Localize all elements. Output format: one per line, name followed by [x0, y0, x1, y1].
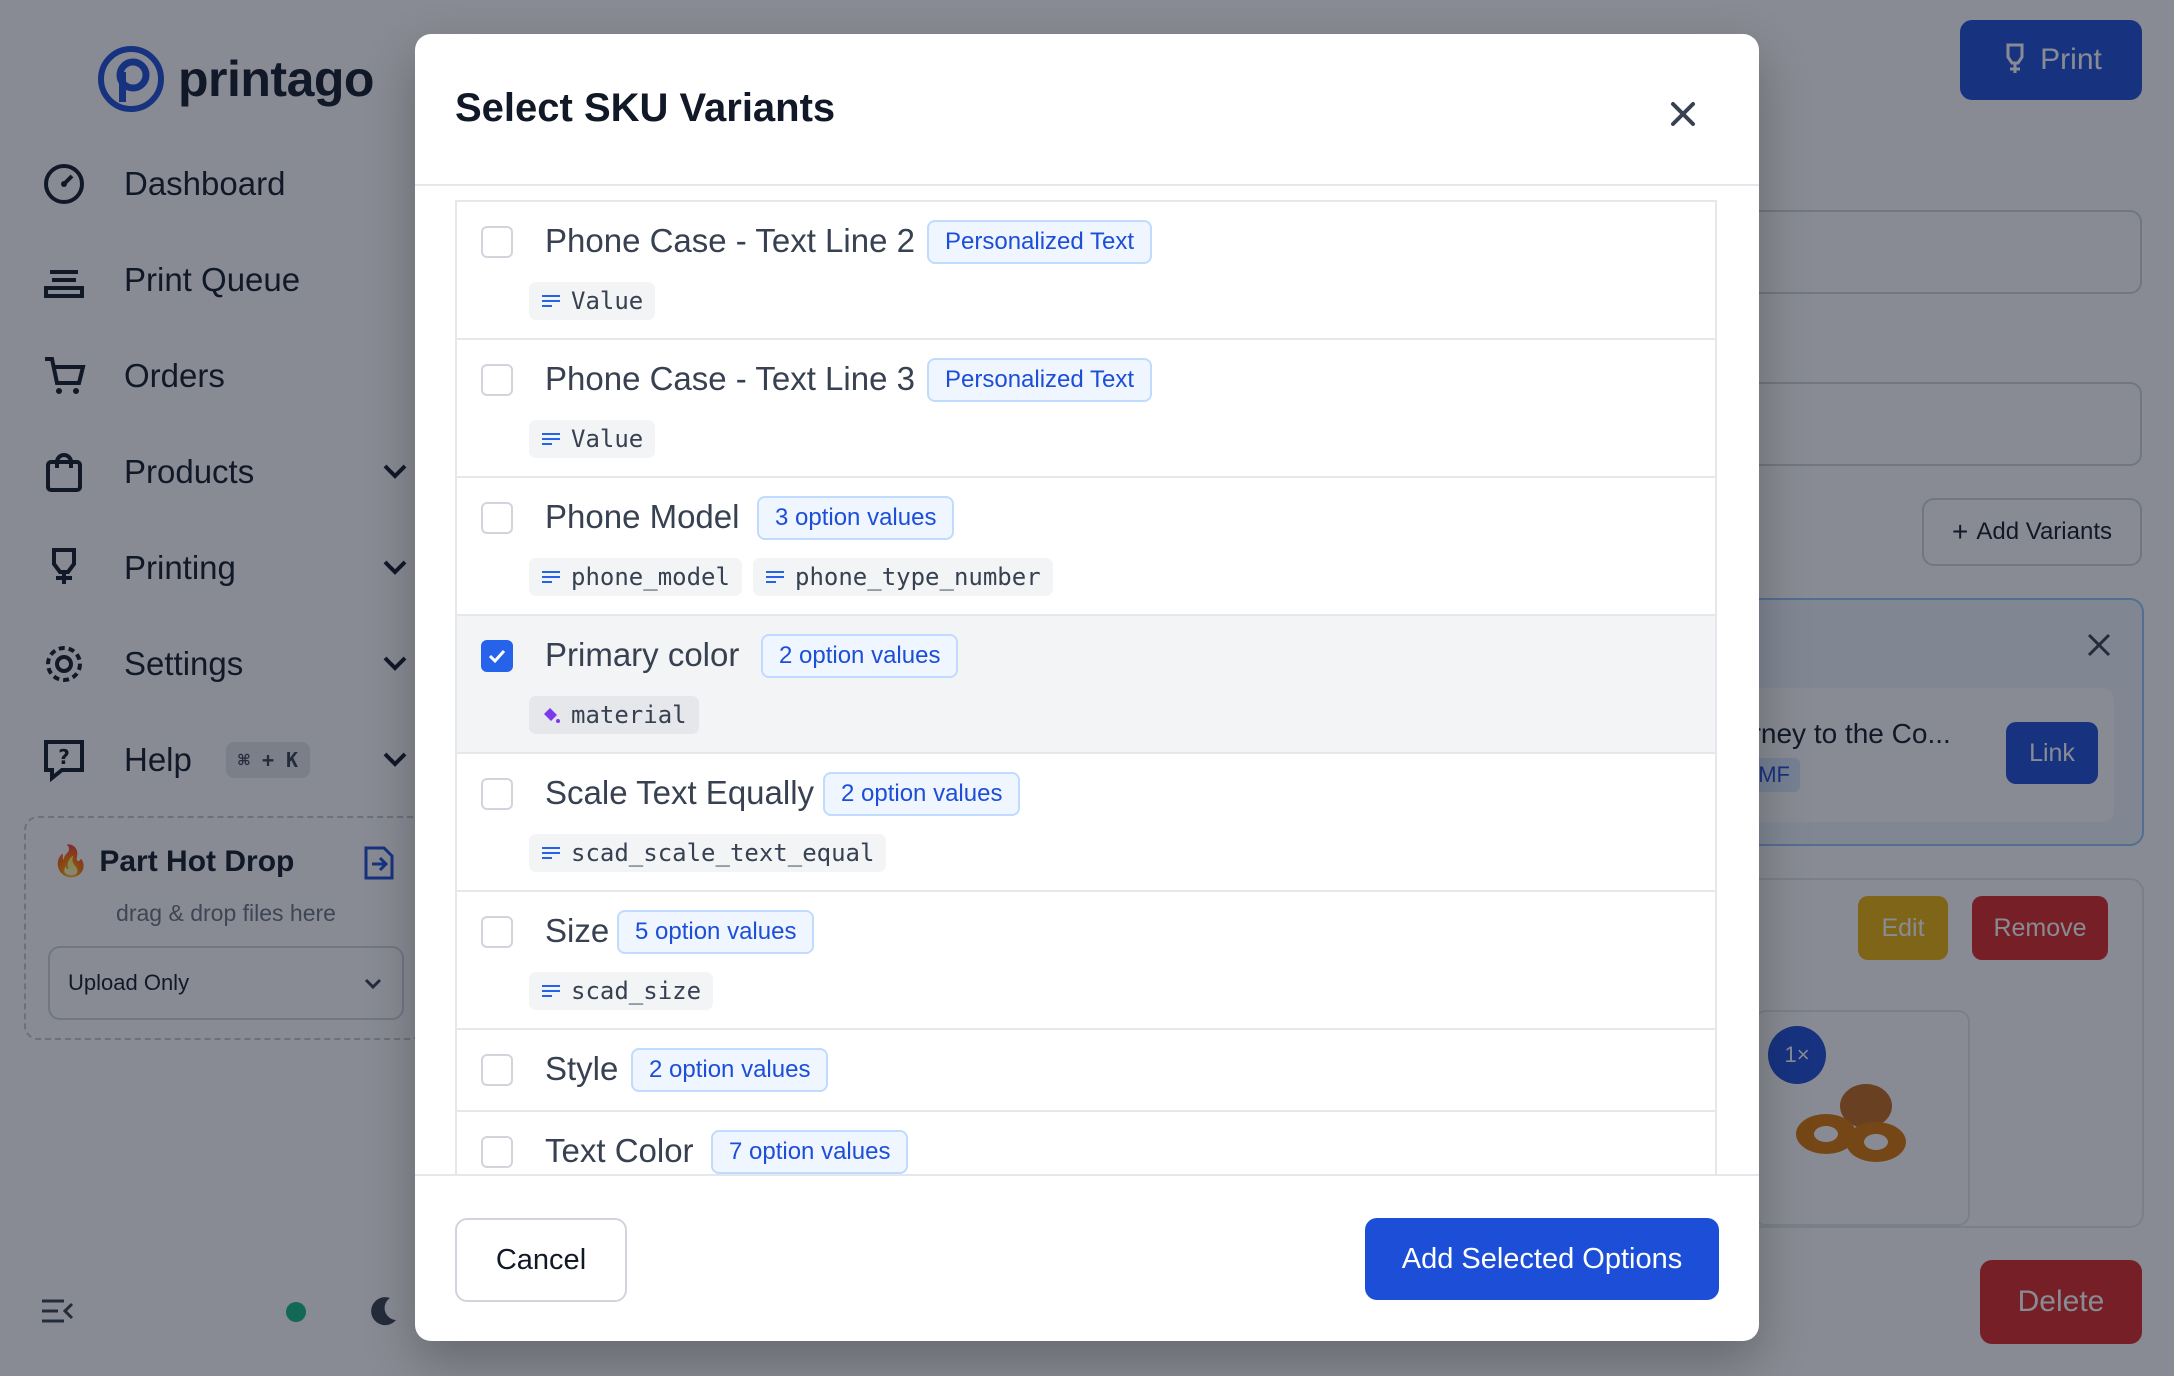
option-badge: 2 option values [631, 1048, 829, 1092]
option-badge: 2 option values [761, 634, 959, 678]
checkbox-checked[interactable] [481, 640, 513, 672]
variable-tag: phone_type_number [753, 558, 1053, 596]
list-item[interactable]: Primary color 2 option values material [457, 614, 1715, 752]
lines-icon [542, 433, 560, 445]
list-item[interactable]: Style 2 option values [457, 1028, 1715, 1110]
lines-icon [542, 295, 560, 307]
divider [415, 1174, 1759, 1176]
variable-tag-text: phone_type_number [795, 563, 1041, 591]
variable-tag-text: Value [571, 287, 644, 315]
checkbox[interactable] [481, 502, 513, 534]
list-item[interactable]: Phone Case - Text Line 3 Personalized Te… [457, 338, 1715, 476]
variable-tag-text: scad_size [571, 977, 702, 1005]
checkbox[interactable] [481, 778, 513, 810]
divider [415, 184, 1759, 186]
variable-tag: material [529, 696, 699, 734]
checkbox[interactable] [481, 1054, 513, 1086]
list-item[interactable]: Size 5 option values scad_size [457, 890, 1715, 1028]
lines-icon [766, 571, 784, 583]
list-item[interactable]: Scale Text Equally 2 option values scad_… [457, 752, 1715, 890]
variable-tag: Value [529, 282, 656, 320]
list-item[interactable]: Phone Case - Text Line 2 Personalized Te… [457, 200, 1715, 338]
option-name: Style [545, 1050, 619, 1087]
option-badge: 5 option values [617, 910, 815, 954]
variable-tag-text: material [571, 701, 687, 729]
variable-tag: phone_model [529, 558, 742, 596]
lines-icon [542, 847, 560, 859]
option-name: Phone Case - Text Line 3 [545, 360, 915, 397]
variable-tag-text: scad_scale_text_equal [571, 839, 875, 867]
option-name: Size [545, 912, 610, 949]
option-badge: Personalized Text [927, 358, 1152, 402]
list-item[interactable]: Text Color 7 option values [457, 1110, 1715, 1174]
option-badge: 2 option values [823, 772, 1021, 816]
add-selected-options-button[interactable]: Add Selected Options [1365, 1218, 1719, 1300]
option-list[interactable]: Phone Case - Text Line 2 Personalized Te… [455, 200, 1717, 1174]
checkbox[interactable] [481, 226, 513, 258]
list-item[interactable]: Phone Model 3 option values phone_model … [457, 476, 1715, 614]
variable-tag: scad_scale_text_equal [529, 834, 887, 872]
option-name: Text Color [545, 1132, 694, 1169]
option-name: Phone Model [545, 498, 740, 535]
cancel-button[interactable]: Cancel [455, 1218, 627, 1302]
checkbox[interactable] [481, 364, 513, 396]
option-name: Phone Case - Text Line 2 [545, 222, 915, 259]
variable-tag-text: Value [571, 425, 644, 453]
close-icon[interactable] [1661, 92, 1705, 136]
lines-icon [542, 985, 560, 997]
check-icon [488, 649, 506, 664]
option-badge: 7 option values [711, 1130, 909, 1174]
option-name: Primary color [545, 636, 740, 673]
variable-tag: scad_size [529, 972, 714, 1010]
variable-tag-text: phone_model [571, 563, 730, 591]
option-badge: Personalized Text [927, 220, 1152, 264]
select-sku-variants-modal: Select SKU Variants Phone Case - Text Li… [415, 34, 1759, 1341]
lines-icon [542, 571, 560, 583]
modal-title: Select SKU Variants [455, 86, 836, 130]
option-name: Scale Text Equally [545, 774, 815, 811]
checkbox[interactable] [481, 916, 513, 948]
checkbox[interactable] [481, 1136, 513, 1168]
variable-tag: Value [529, 420, 656, 458]
option-badge: 3 option values [757, 496, 955, 540]
paint-bucket-icon [544, 708, 560, 723]
